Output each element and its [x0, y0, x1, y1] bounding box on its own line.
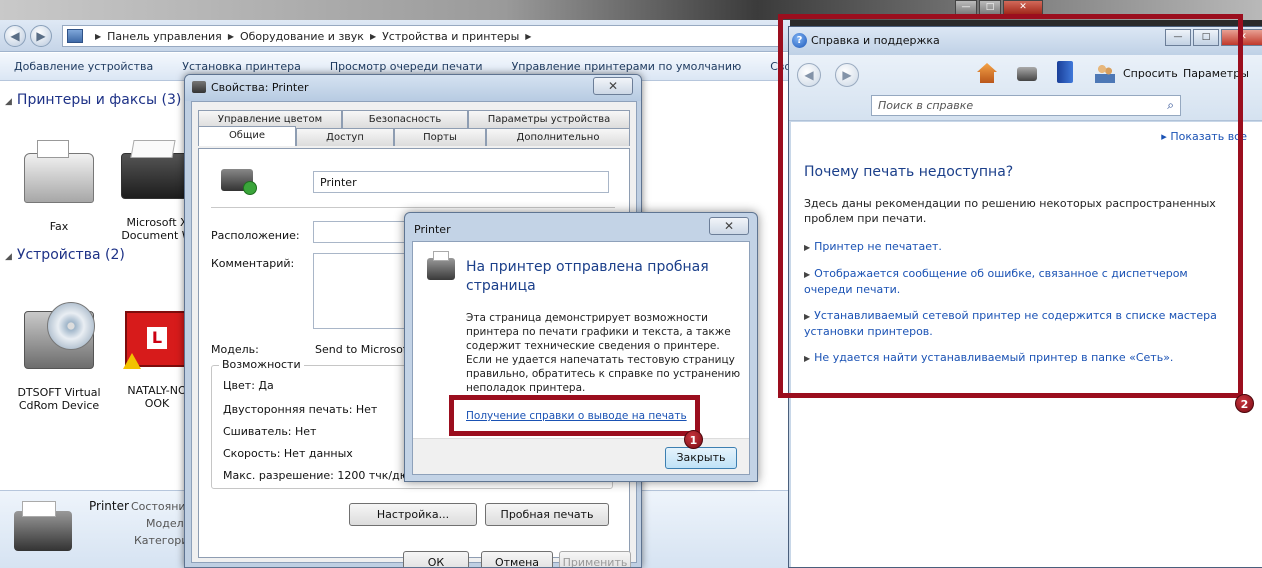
chevron-right-icon: ▶ [95, 31, 102, 41]
printer-icon [192, 81, 206, 93]
printer-icon [14, 501, 72, 551]
printer-icon [121, 153, 193, 199]
tab-ports[interactable]: Порты [394, 128, 486, 146]
close-icon[interactable]: ✕ [1003, 0, 1043, 15]
warning-icon [123, 353, 141, 369]
highlight-help-window [778, 14, 1243, 398]
tab-security[interactable]: Безопасность [342, 110, 468, 128]
device-label: Fax [49, 220, 69, 233]
feature-speed: Скорость: Нет данных [223, 447, 353, 460]
see-print-queue-button[interactable]: Просмотр очереди печати [330, 60, 483, 73]
cd-drive-icon [24, 302, 95, 369]
breadcrumb-devices-printers[interactable]: Устройства и принтеры [382, 30, 519, 43]
model-label: Модель: [211, 343, 259, 356]
collapse-triangle-icon[interactable]: ◢ [5, 252, 12, 262]
manage-default-printers-button[interactable]: Управление принтерами по умолчанию [512, 60, 742, 73]
chevron-right-icon: ▶ [369, 31, 377, 41]
device-label: DTSOFT Virtual CdRom Device [17, 386, 101, 412]
device-fax[interactable]: Fax [14, 140, 104, 246]
preferences-button[interactable]: Настройка... [349, 503, 477, 526]
divider [211, 207, 615, 208]
computer-icon [123, 311, 189, 369]
collapse-triangle-icon[interactable]: ◢ [5, 97, 12, 107]
checkmark-icon [243, 181, 257, 195]
minimize-icon[interactable]: — [955, 0, 977, 15]
ok-button[interactable]: ОК [403, 551, 469, 567]
popup-title: Printer [414, 223, 451, 236]
breadcrumb-hardware-sound[interactable]: Оборудование и звук [240, 30, 364, 43]
details-printer-name: Printer [89, 499, 129, 513]
printer-icon [427, 251, 455, 280]
details-status-label: Состояни [131, 500, 186, 513]
apply-button[interactable]: Применить [559, 551, 631, 567]
address-input[interactable]: ▶ Панель управления ▶ Оборудование и зву… [62, 25, 782, 47]
address-bar: ◀ ▶ ▶ Панель управления ▶ Оборудование и… [0, 20, 790, 52]
annotation-badge-2: 2 [1235, 394, 1254, 413]
test-page-popup: Printer ✕ На принтер отправлена пробная … [404, 212, 758, 482]
chevron-right-icon[interactable]: ▶ [525, 32, 531, 41]
printer-name-input[interactable]: Printer [313, 171, 609, 193]
printer-icon [221, 169, 257, 195]
model-value: Send to Microsoft [315, 343, 411, 356]
feature-color: Цвет: Да [223, 379, 274, 392]
device-dtsoft-cdrom[interactable]: DTSOFT Virtual CdRom Device [14, 298, 104, 425]
dialog-titlebar[interactable]: Свойства: Printer ✕ [185, 75, 641, 101]
feature-staple: Сшиватель: Нет [223, 425, 317, 438]
highlight-help-link [449, 395, 700, 436]
dialog-title: Свойства: Printer [211, 81, 309, 94]
breadcrumb-control-panel[interactable]: Панель управления [107, 30, 222, 43]
group-devices[interactable]: ◢ Устройства (2) [5, 247, 125, 263]
fax-icon [24, 140, 94, 203]
close-button[interactable]: ✕ [593, 77, 633, 95]
popup-heading: На принтер отправлена пробная страница [466, 259, 709, 294]
features-label: Возможности [219, 358, 304, 371]
add-device-button[interactable]: Добавление устройства [14, 60, 153, 73]
tab-advanced[interactable]: Дополнительно [486, 128, 630, 146]
comment-label: Комментарий: [211, 257, 295, 270]
maximize-icon[interactable]: □ [979, 0, 1001, 15]
details-model-label: Модел [146, 517, 184, 530]
tab-general[interactable]: Общие [198, 126, 296, 146]
chevron-right-icon: ▶ [227, 31, 234, 41]
feature-max-resolution: Макс. разрешение: 1200 тчк/дюйм [223, 469, 425, 482]
location-label: Расположение: [211, 229, 300, 242]
tab-device-settings[interactable]: Параметры устройства [468, 110, 630, 128]
popup-description: Эта страница демонстрирует возможности п… [466, 312, 741, 394]
close-popup-button[interactable]: Закрыть [665, 447, 737, 469]
add-printer-button[interactable]: Установка принтера [182, 60, 301, 73]
details-category-label: Категори [134, 534, 189, 547]
annotation-badge-1: 1 [684, 430, 703, 449]
group-printers-faxes[interactable]: ◢ Принтеры и факсы (3) [5, 92, 181, 108]
back-icon[interactable]: ◀ [4, 25, 26, 47]
close-button[interactable]: ✕ [709, 217, 749, 235]
feature-duplex: Двусторонняя печать: Нет [223, 403, 378, 416]
tab-sharing[interactable]: Доступ [296, 128, 394, 146]
forward-icon[interactable]: ▶ [30, 25, 52, 47]
control-panel-icon [67, 29, 83, 43]
cancel-button[interactable]: Отмена [481, 551, 553, 567]
print-test-page-button[interactable]: Пробная печать [485, 503, 609, 526]
